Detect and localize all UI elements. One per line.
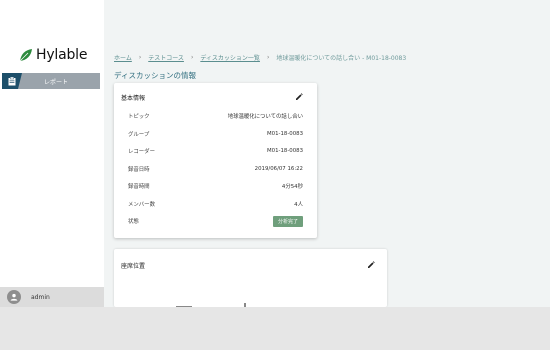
info-row-duration: 録音時間 4分54秒: [128, 181, 303, 191]
user-menu[interactable]: admin: [0, 287, 104, 307]
info-row-recorder: レコーダー M01-18-0083: [128, 146, 303, 156]
info-value: M01-18-0083: [267, 148, 303, 154]
breadcrumb-current: 地球温暖化についての話し合い - M01-18-0083: [276, 55, 407, 62]
card-title: 座席位置: [121, 263, 146, 270]
sidebar-item-report[interactable]: レポート: [2, 73, 100, 89]
info-value: 地球温暖化についての話し合い: [227, 114, 303, 120]
info-value: 4人: [294, 202, 303, 208]
info-label: 状態: [128, 219, 139, 225]
info-row-group: グループ M01-18-0083: [128, 129, 303, 139]
breadcrumb: ホーム › テストコース › ディスカッション一覧 › 地球温暖化についての話し…: [114, 53, 406, 62]
chevron-right-icon: ›: [138, 54, 142, 61]
card-title: 基本情報: [121, 95, 146, 102]
sidebar-item-label: レポート: [44, 78, 69, 86]
edit-seat-button[interactable]: [366, 260, 376, 270]
chevron-right-icon: ›: [266, 54, 270, 61]
info-row-recorded-at: 録音日時 2019/06/07 16:22: [128, 164, 303, 174]
info-row-topic: トピック 地球温暖化についての話し合い: [128, 111, 303, 121]
info-label: トピック: [128, 114, 150, 120]
app-window: Hylable レポート admin ホーム › テストコース › ディスカッシ…: [0, 0, 550, 307]
info-value: 2019/06/07 16:22: [254, 166, 303, 172]
info-label: メンバー数: [128, 202, 155, 208]
info-label: グループ: [128, 132, 150, 138]
logo: Hylable: [19, 47, 87, 63]
info-label: 録音日時: [128, 167, 150, 173]
breadcrumb-course[interactable]: テストコース: [148, 53, 184, 62]
info-row-status: 状態 分析完了: [128, 215, 303, 227]
breadcrumb-discussion-list[interactable]: ディスカッション一覧: [200, 53, 260, 62]
basic-info-card: 基本情報 トピック 地球温暖化についての話し合い グループ M01-18-008…: [114, 83, 317, 238]
user-icon: [7, 290, 21, 304]
seat-diagram-partial: [176, 303, 264, 307]
seat-position-card: 座席位置: [114, 249, 387, 307]
status-badge: 分析完了: [272, 215, 303, 227]
chevron-right-icon: ›: [190, 54, 194, 61]
leaf-logo-icon: [19, 49, 32, 62]
page-title: ディスカッションの情報: [114, 71, 196, 80]
info-row-members: メンバー数 4人: [128, 199, 303, 209]
pencil-icon: [296, 93, 303, 100]
info-label: 録音時間: [128, 184, 150, 190]
edit-basic-info-button[interactable]: [294, 92, 304, 102]
info-value: M01-18-0083: [267, 131, 303, 137]
info-label: レコーダー: [128, 149, 155, 155]
brand-name: Hylable: [36, 47, 88, 63]
user-name: admin: [31, 293, 50, 301]
clipboard-icon: [2, 73, 22, 89]
sidebar: Hylable レポート admin: [0, 0, 104, 307]
pencil-icon: [368, 261, 375, 268]
breadcrumb-home[interactable]: ホーム: [114, 53, 132, 62]
info-value: 4分54秒: [281, 184, 303, 190]
